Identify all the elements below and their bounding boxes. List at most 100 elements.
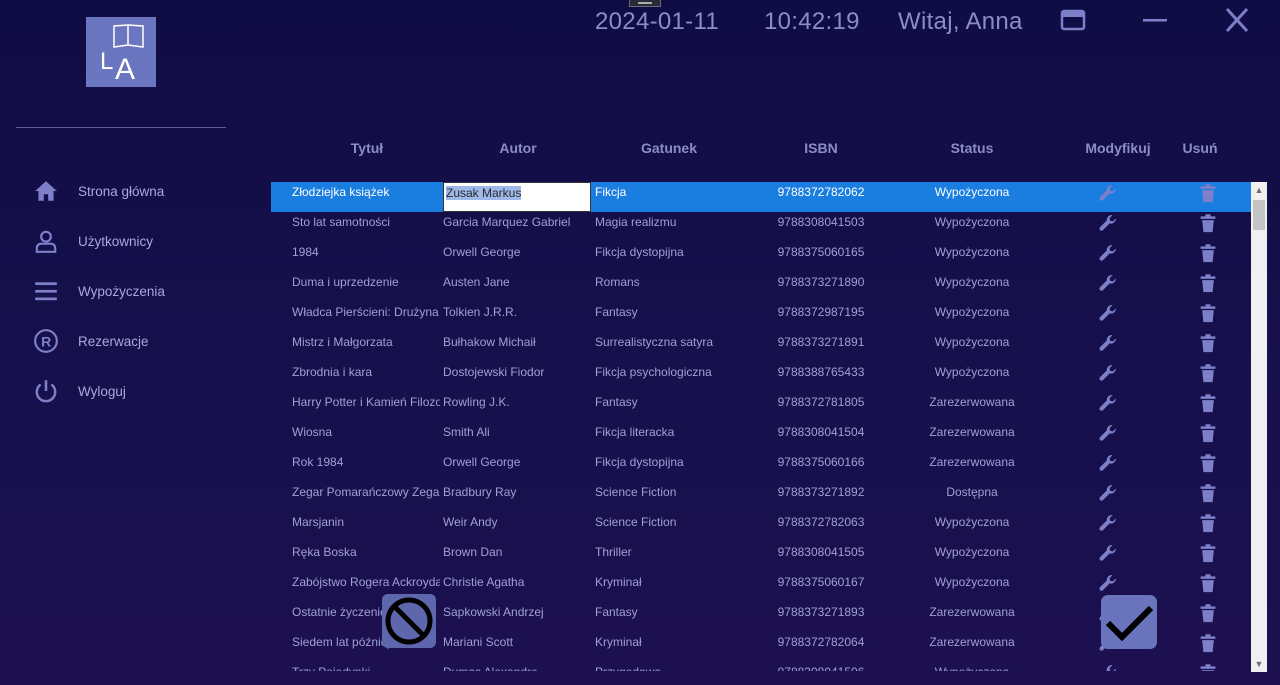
table-row[interactable]: Zbrodnia i kara Dostojewski Fiodor Fikcja … bbox=[271, 362, 1251, 392]
cell-status[interactable]: Zarezerwowana bbox=[903, 632, 1041, 662]
delete-row-button[interactable] bbox=[1191, 242, 1225, 273]
cell-status[interactable]: Wypożyczona bbox=[903, 182, 1041, 212]
table-row[interactable]: Marsjanin Weir Andy Science Fiction 9788372… bbox=[271, 512, 1251, 542]
table-row[interactable]: 1984 Orwell George Fikcja dystopijna 978837… bbox=[271, 242, 1251, 272]
cell-status[interactable]: Wypożyczona bbox=[903, 242, 1041, 272]
sidebar-item-loans[interactable]: Wypożyczenia bbox=[32, 266, 232, 316]
table-scrollbar[interactable]: ▲ ▼ bbox=[1251, 182, 1267, 672]
table-row[interactable]: Duma i uprzedzenie Austen Jane Romans 97883… bbox=[271, 272, 1251, 302]
cell-isbn[interactable]: 9788375060167 bbox=[756, 572, 886, 602]
cell-status[interactable]: Wypożyczona bbox=[903, 572, 1041, 602]
table-row[interactable]: Ręka Boska Brown Dan Thriller 9788308041505… bbox=[271, 542, 1251, 572]
cell-genre[interactable]: Fikcja bbox=[595, 182, 755, 212]
column-header-modify[interactable]: Modyfikuj bbox=[1058, 140, 1178, 156]
delete-row-button[interactable] bbox=[1191, 272, 1225, 303]
modify-row-button[interactable] bbox=[1091, 212, 1125, 243]
table-row[interactable]: Wiosna Smith Ali Fikcja literacka 978830804… bbox=[271, 422, 1251, 452]
cell-author[interactable]: Bułhakow Michaił bbox=[443, 332, 591, 362]
cell-genre[interactable]: Fantasy bbox=[595, 392, 755, 422]
cell-title[interactable]: Władca Pierścieni: Drużyna Pierścienia bbox=[292, 302, 440, 332]
delete-row-button[interactable] bbox=[1191, 392, 1225, 423]
table-row[interactable]: Sto lat samotności Garcia Marquez Gabriel… bbox=[271, 212, 1251, 242]
cell-title[interactable]: Wiosna bbox=[292, 422, 440, 452]
column-header-genre[interactable]: Gatunek bbox=[609, 140, 729, 156]
cell-genre[interactable]: Fantasy bbox=[595, 302, 755, 332]
cell-genre[interactable]: Kryminał bbox=[595, 572, 755, 602]
cell-isbn[interactable]: 9788308041504 bbox=[756, 422, 886, 452]
scroll-down-arrow[interactable]: ▼ bbox=[1251, 656, 1267, 672]
modify-row-button[interactable] bbox=[1091, 182, 1125, 213]
cell-title[interactable]: Harry Potter i Kamień Filozoficzny bbox=[292, 392, 440, 422]
cell-isbn[interactable]: 9788372782063 bbox=[756, 512, 886, 542]
cell-isbn[interactable]: 9788373271891 bbox=[756, 332, 886, 362]
cell-genre[interactable]: Fantasy bbox=[595, 602, 755, 632]
cell-author[interactable]: Mariani Scott bbox=[443, 632, 591, 662]
cell-genre[interactable]: Magia realizmu bbox=[595, 212, 755, 242]
cell-author[interactable]: Orwell George bbox=[443, 242, 591, 272]
window-drag-handle[interactable] bbox=[629, 0, 661, 7]
modify-row-button[interactable] bbox=[1091, 392, 1125, 423]
cell-isbn[interactable]: 9788372781805 bbox=[756, 392, 886, 422]
cell-isbn[interactable]: 9788372782062 bbox=[756, 182, 886, 212]
delete-row-button[interactable] bbox=[1191, 512, 1225, 543]
cell-author[interactable]: Weir Andy bbox=[443, 512, 591, 542]
cell-isbn[interactable]: 9788373271892 bbox=[756, 482, 886, 512]
cell-status[interactable]: Dostępna bbox=[903, 482, 1041, 512]
modify-row-button[interactable] bbox=[1091, 662, 1125, 671]
delete-row-button[interactable] bbox=[1191, 302, 1225, 333]
cell-status[interactable]: Wypożyczona bbox=[903, 332, 1041, 362]
cell-title[interactable]: Duma i uprzedzenie bbox=[292, 272, 440, 302]
modify-row-button[interactable] bbox=[1091, 542, 1125, 573]
sidebar-item-logout[interactable]: Wyloguj bbox=[32, 366, 232, 416]
cancel-edit-button[interactable] bbox=[382, 594, 436, 648]
cell-author[interactable]: Rowling J.K. bbox=[443, 392, 591, 422]
modify-row-button[interactable] bbox=[1091, 422, 1125, 453]
modify-row-button[interactable] bbox=[1091, 332, 1125, 363]
delete-row-button[interactable] bbox=[1191, 332, 1225, 363]
cell-author[interactable]: Bradbury Ray bbox=[443, 482, 591, 512]
cell-author[interactable]: Christie Agatha bbox=[443, 572, 591, 602]
table-row[interactable]: Harry Potter i Kamień FilozoficznyRowlin… bbox=[271, 392, 1251, 422]
delete-row-button[interactable] bbox=[1191, 632, 1225, 663]
delete-row-button[interactable] bbox=[1191, 452, 1225, 483]
modify-row-button[interactable] bbox=[1091, 302, 1125, 333]
cell-status[interactable]: Wypożyczona bbox=[903, 272, 1041, 302]
cell-title[interactable]: 1984 bbox=[292, 242, 440, 272]
cell-title[interactable]: Rok 1984 bbox=[292, 452, 440, 482]
modify-row-button[interactable] bbox=[1091, 362, 1125, 393]
cell-author[interactable]: Tolkien J.R.R. bbox=[443, 302, 591, 332]
table-row[interactable]: Mistrz i Małgorzata Bułhakow Michaił Surre… bbox=[271, 332, 1251, 362]
cell-title[interactable]: Marsjanin bbox=[292, 512, 440, 542]
cell-author[interactable]: Smith Ali bbox=[443, 422, 591, 452]
cell-title[interactable]: Sto lat samotności bbox=[292, 212, 440, 242]
cell-genre[interactable]: Przygodowa bbox=[595, 662, 755, 671]
modify-row-button[interactable] bbox=[1091, 482, 1125, 513]
cell-title[interactable]: Trzy Pojedynki bbox=[292, 662, 440, 671]
table-row[interactable]: Zegar Pomarańczowy ZegarowyBradbury Ray S… bbox=[271, 482, 1251, 512]
close-button[interactable] bbox=[1222, 6, 1252, 34]
cell-title[interactable]: Ręka Boska bbox=[292, 542, 440, 572]
cell-author[interactable]: Brown Dan bbox=[443, 542, 591, 572]
minimize-button[interactable] bbox=[1140, 6, 1170, 34]
cell-genre[interactable]: Kryminał bbox=[595, 632, 755, 662]
modify-row-button[interactable] bbox=[1091, 272, 1125, 303]
cell-isbn[interactable]: 9788375060166 bbox=[756, 452, 886, 482]
cell-author-text[interactable]: Zusak Markus bbox=[446, 186, 522, 200]
column-header-status[interactable]: Status bbox=[912, 140, 1032, 156]
delete-row-button[interactable] bbox=[1191, 182, 1225, 213]
column-header-author[interactable]: Autor bbox=[458, 140, 578, 156]
cell-status[interactable]: Wypożyczona bbox=[903, 542, 1041, 572]
column-header-title[interactable]: Tytuł bbox=[307, 140, 427, 156]
cell-status[interactable]: Wypożyczona bbox=[903, 512, 1041, 542]
cell-isbn[interactable]: 9788372987195 bbox=[756, 302, 886, 332]
cell-status[interactable]: Wypożyczona bbox=[903, 302, 1041, 332]
delete-row-button[interactable] bbox=[1191, 212, 1225, 243]
cell-isbn[interactable]: 9788373271890 bbox=[756, 272, 886, 302]
cell-genre[interactable]: Fikcja psychologiczna bbox=[595, 362, 755, 392]
cell-genre[interactable]: Romans bbox=[595, 272, 755, 302]
author-edit-field[interactable]: Zusak Markus bbox=[443, 182, 591, 212]
delete-row-button[interactable] bbox=[1191, 662, 1225, 671]
delete-row-button[interactable] bbox=[1191, 542, 1225, 573]
cell-isbn[interactable]: 9788308041505 bbox=[756, 542, 886, 572]
cell-author[interactable]: Garcia Marquez Gabriel bbox=[443, 212, 591, 242]
